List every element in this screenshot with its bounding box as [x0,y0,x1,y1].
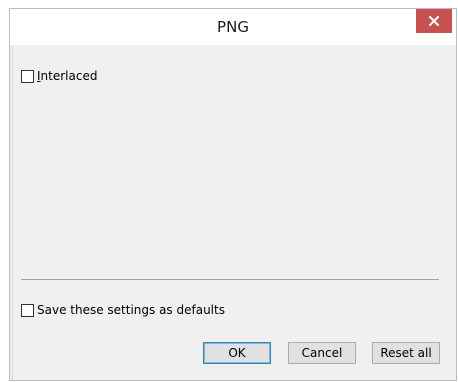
divider [12,45,13,380]
close-icon [429,16,439,26]
title-bar[interactable]: PNG [10,9,456,45]
dialog-title: PNG [217,18,249,36]
reset-all-button[interactable]: Reset all [372,342,440,364]
interlaced-option[interactable]: Interlaced [21,69,97,83]
cancel-button[interactable]: Cancel [288,342,356,364]
ok-button[interactable]: OK [203,342,271,364]
interlaced-checkbox[interactable] [21,69,34,83]
save-defaults-option[interactable]: Save these settings as defaults [21,303,225,317]
interlaced-label: Interlaced [37,69,98,83]
dialog-content: Interlaced Save these settings as defaul… [10,45,456,380]
png-dialog: PNG Interlaced Save these settings as de… [9,8,457,381]
close-button[interactable] [416,9,452,33]
save-defaults-label: Save these settings as defaults [37,303,225,317]
save-defaults-checkbox[interactable] [21,303,34,317]
separator [21,279,439,280]
